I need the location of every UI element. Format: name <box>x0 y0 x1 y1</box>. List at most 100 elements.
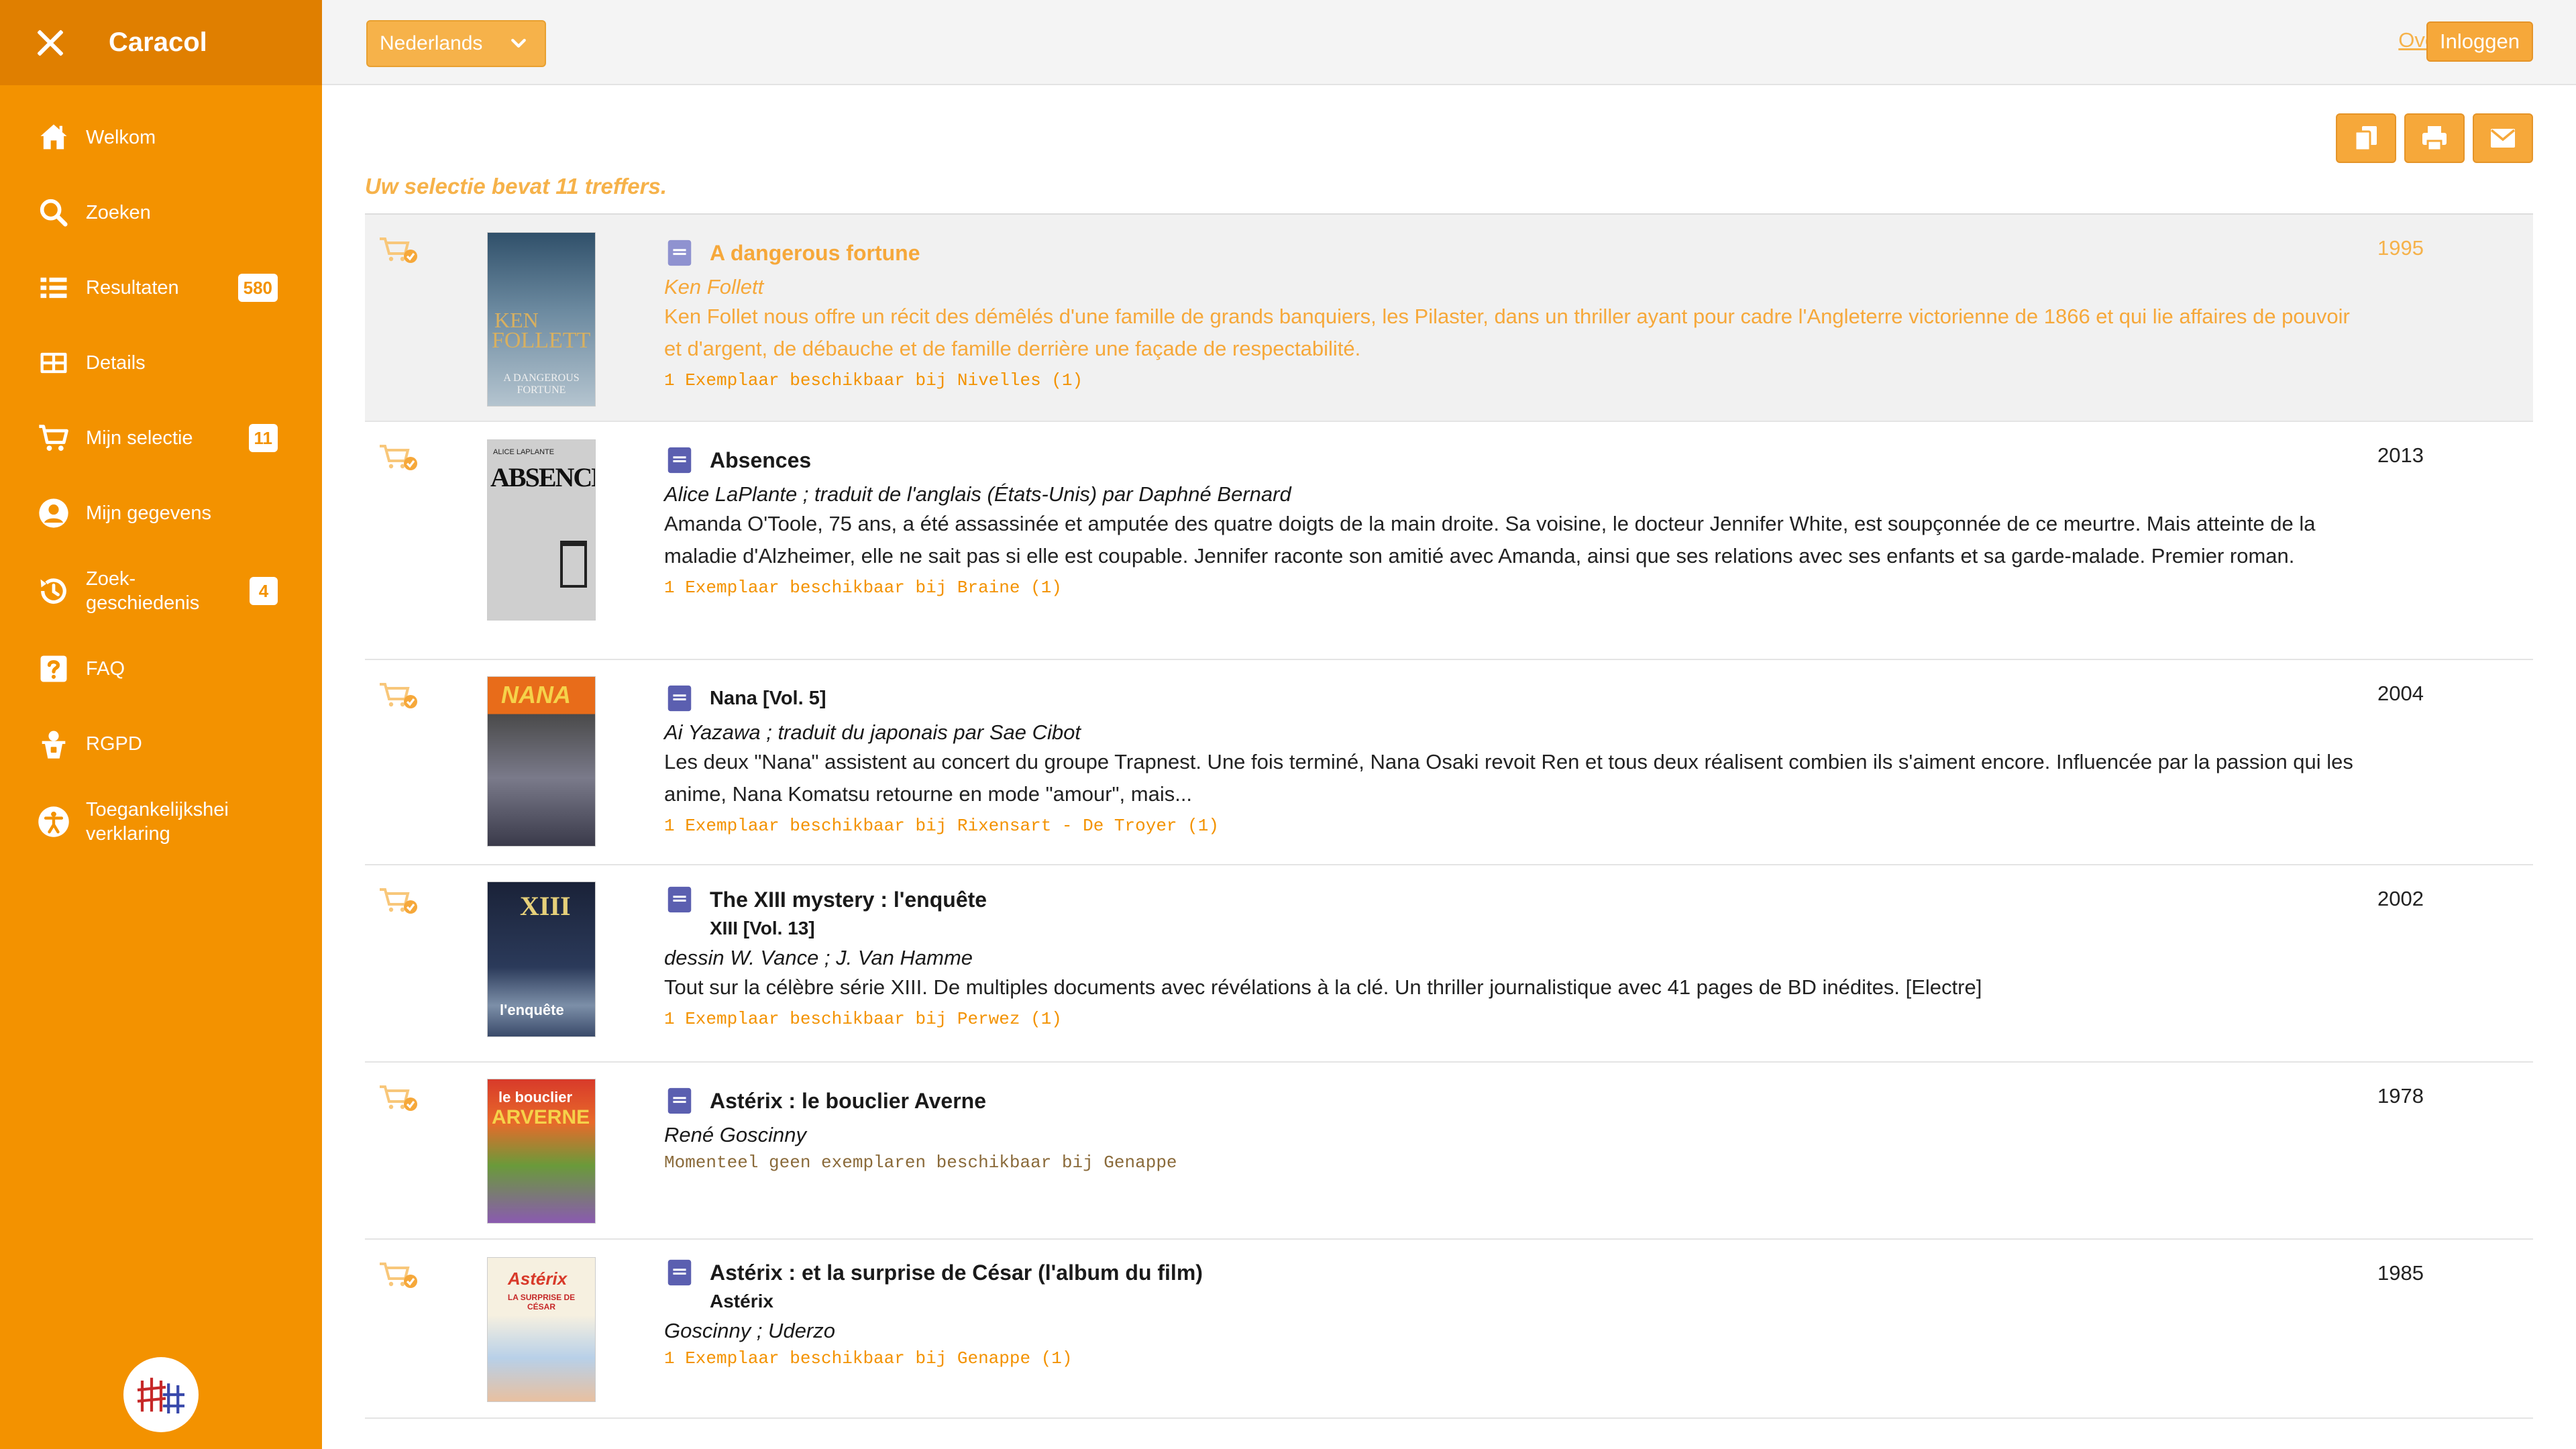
book-icon[interactable] <box>664 1257 695 1288</box>
sidebar-item-details[interactable]: Details <box>0 325 322 400</box>
result-title[interactable]: The XIII mystery : l'enquête <box>710 888 987 912</box>
sidebar-item-label: Zoeken <box>86 202 151 223</box>
cover-text: ARVERNE <box>492 1106 590 1128</box>
sidebar-item-zoeken[interactable]: Zoeken <box>0 175 322 250</box>
app-title: Caracol <box>109 28 207 57</box>
book-cover[interactable]: KEN FOLLETT A DANGEROUS FORTUNE <box>487 232 596 407</box>
sidebar-item-mijn-gegevens[interactable]: Mijn gegevens <box>0 476 322 551</box>
sidebar-nav: Welkom Zoeken Resultaten 580 Details Mij… <box>0 100 322 862</box>
result-year: 1985 <box>2377 1261 2424 1285</box>
result-row[interactable]: XIII l'enquête The XIII mystery : l'enqu… <box>365 865 2533 1063</box>
book-icon[interactable] <box>664 1085 695 1116</box>
email-button[interactable] <box>2473 113 2533 163</box>
result-title[interactable]: Astérix : et la surprise de César (l'alb… <box>710 1260 1203 1285</box>
cover-chair-shape <box>560 541 587 588</box>
result-year: 1995 <box>2377 236 2424 260</box>
result-row[interactable]: NANA Nana [Vol. 5] Ai Yazawa ; traduit d… <box>365 660 2533 865</box>
result-availability[interactable]: 1 Exemplaar beschikbaar bij Rixensart - … <box>664 816 2368 836</box>
sidebar-item-mijn-selectie[interactable]: Mijn selectie 11 <box>0 400 322 476</box>
result-row[interactable]: Astérix LA SURPRISE DE CÉSAR Astérix : e… <box>365 1240 2533 1419</box>
accessibility-icon <box>36 804 71 839</box>
book-icon[interactable] <box>664 683 695 714</box>
copy-button[interactable] <box>2336 113 2396 163</box>
cart-check-icon[interactable] <box>378 1083 419 1116</box>
results-list: KEN FOLLETT A DANGEROUS FORTUNE A danger… <box>365 213 2533 1419</box>
result-description: Les deux "Nana" assistent au concert du … <box>664 750 2353 806</box>
book-cover[interactable]: ALICE LAPLANTE ABSENCES <box>487 439 596 621</box>
result-year: 2004 <box>2377 682 2424 705</box>
sidebar-item-resultaten[interactable]: Resultaten 580 <box>0 250 322 325</box>
cover-text: A DANGEROUS FORTUNE <box>503 372 580 396</box>
sidebar-item-label: FAQ <box>86 658 125 680</box>
sidebar-item-toegankelijkheid[interactable]: Toegankelijkshei verklaring <box>0 782 322 862</box>
selection-count-badge: 11 <box>248 424 278 452</box>
result-row[interactable]: le bouclier ARVERNE Astérix : le bouclie… <box>365 1063 2533 1240</box>
result-author: dessin W. Vance ; J. Van Hamme <box>664 946 973 969</box>
sidebar-item-welkom[interactable]: Welkom <box>0 100 322 175</box>
result-year: 1978 <box>2377 1084 2424 1108</box>
sidebar-item-label: Details <box>86 352 146 374</box>
result-row[interactable]: ALICE LAPLANTE ABSENCES Absences Alice L… <box>365 422 2533 660</box>
result-title[interactable]: Nana [Vol. 5] <box>710 688 826 710</box>
cover-text: le bouclier <box>498 1089 573 1106</box>
sidebar-item-rgpd[interactable]: RGPD <box>0 706 322 782</box>
history-count-badge: 4 <box>250 577 278 605</box>
result-title[interactable]: A dangerous fortune <box>710 241 920 266</box>
login-button[interactable]: Inloggen <box>2426 21 2533 62</box>
result-availability: Momenteel geen exemplaren beschikbaar bi… <box>664 1152 1177 1173</box>
result-availability[interactable]: 1 Exemplaar beschikbaar bij Perwez (1) <box>664 1009 2368 1029</box>
result-description: Tout sur la célèbre série XIII. De multi… <box>664 975 1982 999</box>
printer-icon <box>2422 126 2447 152</box>
result-availability[interactable]: 1 Exemplaar beschikbaar bij Nivelles (1) <box>664 370 2368 390</box>
close-sidebar-icon[interactable] <box>35 28 66 58</box>
result-title[interactable]: Absences <box>710 448 811 473</box>
result-info: Astérix : et la surprise de César (l'alb… <box>664 1257 2368 1368</box>
result-series: Astérix <box>710 1291 773 1311</box>
list-icon <box>36 270 71 305</box>
book-icon[interactable] <box>664 237 695 268</box>
book-icon[interactable] <box>664 884 695 915</box>
book-cover[interactable]: le bouclier ARVERNE <box>487 1079 596 1224</box>
sidebar-item-faq[interactable]: FAQ <box>0 631 322 706</box>
result-title[interactable]: Astérix : le bouclier Averne <box>710 1089 986 1114</box>
home-icon <box>36 120 71 155</box>
top-bar: Nederlands Over.. Inloggen <box>322 0 2576 85</box>
sidebar-item-label: Zoek-geschiedenis <box>86 568 200 614</box>
sidebar-item-zoekgeschiedenis[interactable]: Zoek-geschiedenis 4 <box>0 551 322 631</box>
result-author: Ken Follett <box>664 275 764 299</box>
cart-check-icon[interactable] <box>378 442 419 476</box>
result-author: René Goscinny <box>664 1123 806 1146</box>
library-logo[interactable] <box>123 1357 199 1432</box>
result-row[interactable]: KEN FOLLETT A DANGEROUS FORTUNE A danger… <box>365 215 2533 422</box>
cart-icon <box>36 421 71 455</box>
book-icon[interactable] <box>664 445 695 476</box>
history-icon <box>36 574 71 608</box>
cart-check-icon[interactable] <box>378 235 419 268</box>
result-author: Ai Yazawa ; traduit du japonais par Sae … <box>664 720 1081 744</box>
cart-check-icon[interactable] <box>378 680 419 714</box>
sidebar-item-label: Mijn gegevens <box>86 502 211 524</box>
cart-check-icon[interactable] <box>378 1260 419 1293</box>
cart-check-icon[interactable] <box>378 885 419 919</box>
result-description: Amanda O'Toole, 75 ans, a été assassinée… <box>664 512 2316 568</box>
result-availability[interactable]: 1 Exemplaar beschikbaar bij Braine (1) <box>664 578 2368 598</box>
book-cover[interactable]: XIII l'enquête <box>487 881 596 1037</box>
result-count: Uw selectie bevat 11 treffers. <box>365 174 667 199</box>
cover-text: LA SURPRISE DE CÉSAR <box>507 1293 576 1311</box>
selection-actions <box>2336 113 2533 163</box>
sidebar: Caracol Welkom Zoeken Resultaten 580 Det… <box>0 0 322 1449</box>
cover-text: l'enquête <box>500 1002 564 1018</box>
book-cover[interactable]: Astérix LA SURPRISE DE CÉSAR <box>487 1257 596 1402</box>
result-availability[interactable]: 1 Exemplaar beschikbaar bij Genappe (1) <box>664 1348 2368 1368</box>
language-select[interactable]: Nederlands <box>366 20 546 67</box>
print-button[interactable] <box>2404 113 2465 163</box>
result-description: Ken Follet nous offre un récit des démêl… <box>664 305 2350 360</box>
results-count-badge: 580 <box>237 274 278 302</box>
search-icon <box>36 195 71 230</box>
sidebar-item-label: Toegankelijkshei verklaring <box>86 799 229 845</box>
book-cover[interactable]: NANA <box>487 676 596 847</box>
sidebar-header: Caracol <box>0 0 322 85</box>
cover-text: XIII <box>520 891 571 921</box>
cover-text: ABSENCES <box>490 462 595 492</box>
user-icon <box>36 496 71 531</box>
